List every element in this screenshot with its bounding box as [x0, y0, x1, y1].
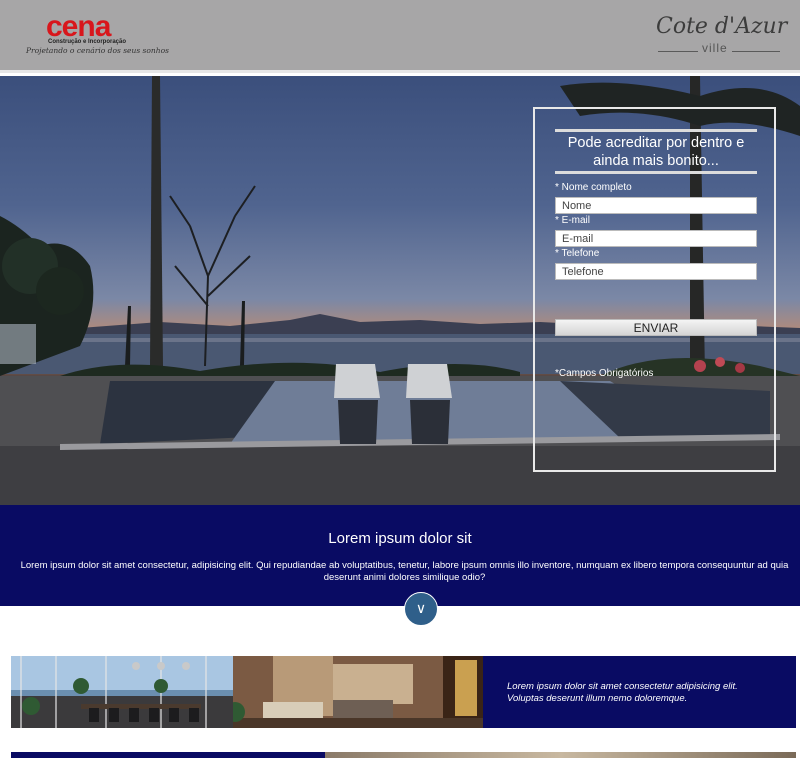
phone-label: * Telefone — [555, 248, 600, 259]
feature-row-2 — [11, 752, 796, 758]
intro-title: Lorem ipsum dolor sit — [328, 530, 472, 547]
site-header: cena Construção e Incorporação Projetand… — [0, 0, 800, 73]
name-input[interactable] — [555, 197, 757, 214]
feature-image-2 — [325, 752, 796, 758]
feature-text: Lorem ipsum dolor sit amet consectetur a… — [483, 656, 796, 728]
phone-input[interactable] — [555, 263, 757, 280]
contact-form-panel: Pode acreditar por dentro e ainda mais b… — [533, 107, 776, 472]
feature-image-terrace — [11, 656, 233, 728]
cote-logo-name: Cote d'Azur — [656, 14, 788, 39]
cote-logo-rule-left — [658, 51, 698, 52]
submit-button[interactable]: ENVIAR — [555, 319, 757, 336]
cena-logo-brand: cena — [46, 10, 111, 43]
cena-logo[interactable]: cena Construção e Incorporação Projetand… — [26, 10, 169, 58]
cena-logo-subtitle: Construção e Incorporação — [48, 39, 127, 45]
intro-band: Lorem ipsum dolor sit Lorem ipsum dolor … — [0, 505, 800, 606]
chevron-down-icon: ∨ — [415, 600, 427, 616]
scroll-down-button[interactable]: ∨ — [404, 592, 438, 626]
required-fields-note: *Campos Obrigatórios — [555, 368, 654, 379]
living-room-scene — [233, 656, 483, 728]
cena-logo-tagline: Projetando o cenário dos seus sonhos — [26, 46, 169, 55]
form-title: Pode acreditar por dentro e ainda mais b… — [555, 129, 757, 174]
cote-logo-rule-right — [732, 51, 780, 52]
terrace-scene — [11, 656, 233, 728]
name-label: * Nome completo — [555, 182, 632, 193]
intro-text: Lorem ipsum dolor sit amet consectetur, … — [20, 560, 789, 583]
feature-image-living-room — [233, 656, 483, 728]
cote-logo-sub: ville — [702, 41, 728, 55]
cote-dazur-logo[interactable]: Cote d'Azur ville — [654, 14, 788, 58]
email-label: * E-mail — [555, 215, 591, 226]
feature-row: Lorem ipsum dolor sit amet consectetur a… — [11, 656, 796, 728]
email-input[interactable] — [555, 230, 757, 247]
